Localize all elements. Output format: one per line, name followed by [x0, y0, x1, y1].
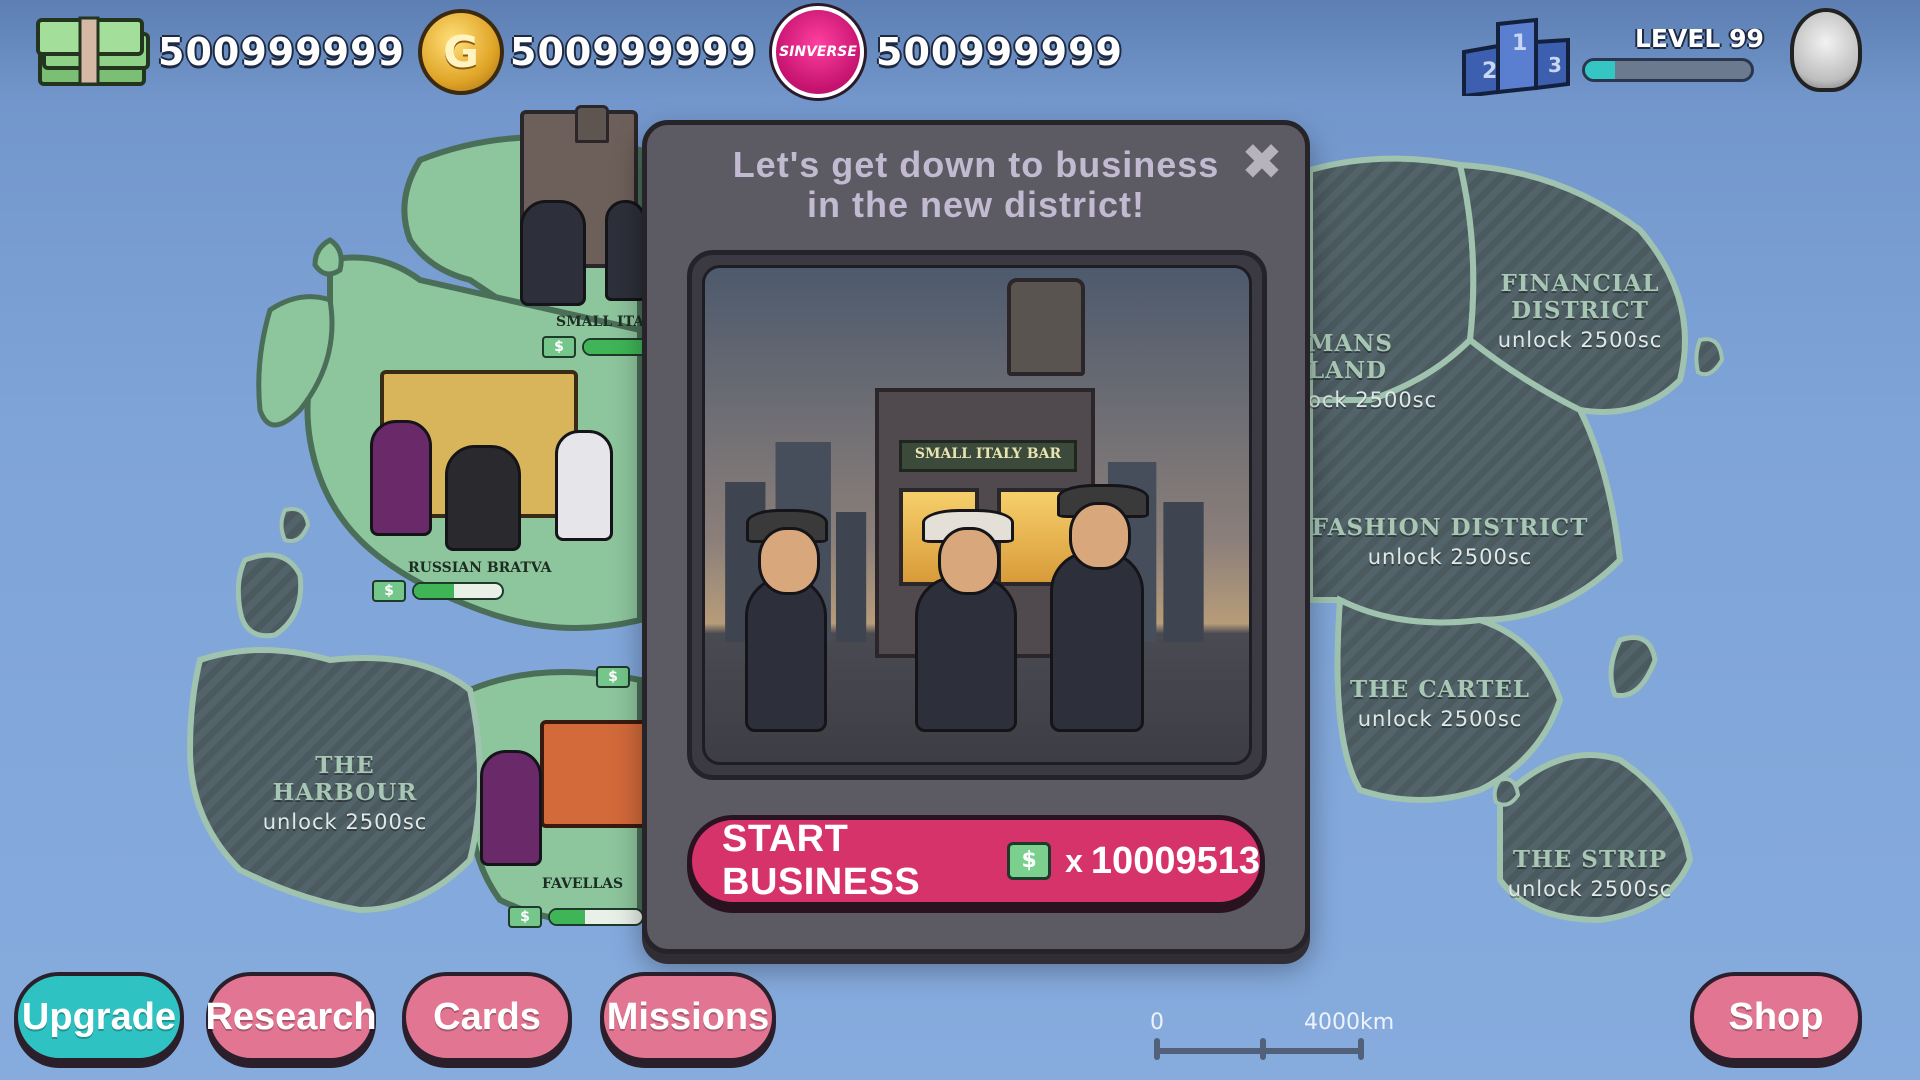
new-district-modal: Let's get down to business in the new di…	[642, 120, 1310, 954]
business-progress-russian-bratva: $	[372, 580, 504, 602]
district-name: FASHION DISTRICT	[1311, 514, 1589, 541]
district-label-financial: FINANCIAL DISTRICT unlock 2500sc	[1460, 270, 1700, 352]
cards-button[interactable]: Cards	[402, 972, 572, 1062]
building-favellas[interactable]	[540, 720, 648, 828]
scale-tick-start	[1154, 1038, 1160, 1060]
bar-sign: SMALL ITALY BAR	[899, 440, 1077, 472]
sin-amount: 500999999	[876, 30, 1123, 74]
district-label-harbour: THE HARBOUR unlock 2500sc	[240, 752, 450, 834]
character-bratva-1	[370, 420, 432, 536]
cost-multiplier: x	[1065, 842, 1083, 879]
cash-icon: $	[372, 580, 406, 602]
district-label-mans-land: MANS LAND ock 2500sc	[1308, 330, 1458, 412]
level-label: LEVEL 99	[1635, 24, 1764, 53]
scale-start-label: 0	[1150, 1010, 1164, 1035]
xp-progress-fill	[1585, 61, 1615, 79]
business-label-small-italy: SMALL ITAL	[556, 314, 654, 330]
player-avatar[interactable]	[1790, 8, 1862, 92]
island-southwest-2	[279, 507, 311, 543]
progress-bar	[548, 908, 644, 926]
cash-amount: 500999999	[158, 30, 405, 74]
progress-fill	[550, 910, 585, 924]
player-level[interactable]: 2 1 3 LEVEL 99	[1460, 8, 1862, 96]
district-unlock-cost: unlock 2500sc	[1367, 545, 1533, 569]
svg-text:2: 2	[1482, 59, 1497, 84]
gangster-head	[758, 527, 820, 595]
island-west	[312, 237, 344, 277]
island-east-2	[1694, 337, 1725, 377]
xp-progress-bar	[1582, 58, 1754, 82]
svg-text:3: 3	[1548, 53, 1562, 77]
missions-button[interactable]: Missions	[600, 972, 776, 1062]
island-east	[1608, 635, 1658, 699]
cash-icon: $	[596, 666, 630, 688]
gold-amount: 500999999	[510, 30, 757, 74]
district-label-cartel: THE CARTEL unlock 2500sc	[1340, 676, 1540, 731]
business-progress-hidden: $	[596, 666, 630, 688]
upgrade-button[interactable]: Upgrade	[14, 972, 184, 1062]
cash-icon: $	[542, 336, 576, 358]
district-label-fashion: FASHION DISTRICT unlock 2500sc	[1300, 514, 1600, 569]
character-favellas	[480, 750, 542, 866]
district-name: FINANCIAL DISTRICT	[1500, 270, 1660, 324]
character-small-italy-2	[605, 200, 646, 301]
close-icon[interactable]: ✖	[1239, 137, 1285, 187]
district-name: THE CARTEL	[1349, 676, 1531, 703]
district-unlock-cost: unlock 2500sc	[1497, 328, 1663, 352]
progress-fill	[414, 584, 454, 598]
gangster-left	[745, 509, 828, 732]
scale-tick-end	[1358, 1038, 1364, 1060]
district-unlock-cost: ock 2500sc	[1308, 388, 1438, 412]
start-business-label: START BUSINESS	[722, 818, 921, 903]
sinverse-coin-icon: SINVERSE	[772, 6, 864, 98]
district-name: MANS LAND	[1308, 330, 1393, 384]
business-label-favellas: FAVELLAS	[542, 876, 624, 892]
gangster-center	[915, 509, 1017, 732]
water-tower	[1007, 278, 1085, 376]
cash-icon: $	[1007, 842, 1052, 880]
gangster-right	[1050, 484, 1149, 732]
research-button[interactable]: Research	[205, 972, 377, 1062]
gold-counter[interactable]: G 500999999	[418, 8, 757, 96]
district-name: THE HARBOUR	[272, 752, 418, 806]
character-small-italy	[520, 200, 586, 306]
svg-text:1: 1	[1512, 31, 1527, 56]
map-scale-bar: 0 4000km	[1150, 1010, 1394, 1066]
district-unlock-cost: unlock 2500sc	[1507, 877, 1673, 901]
character-bratva-3	[555, 430, 613, 541]
character-bratva-2	[445, 445, 521, 551]
cash-counter[interactable]: 500999999	[34, 8, 405, 96]
progress-bar	[412, 582, 504, 600]
gold-coin-icon: G	[418, 9, 504, 95]
sin-counter[interactable]: SINVERSE 500999999	[772, 6, 1123, 98]
small-italy-bar-illustration: SMALL ITALY BAR	[702, 265, 1252, 765]
modal-title-line-1: Let's get down to business	[732, 144, 1220, 185]
start-business-button[interactable]: START BUSINESS $ x 10009513	[687, 815, 1265, 907]
island-east-3	[1492, 777, 1521, 807]
district-name: THE STRIP	[1512, 846, 1668, 873]
district-unlock-cost: unlock 2500sc	[1357, 707, 1523, 731]
district-art-frame: SMALL ITALY BAR	[687, 250, 1267, 780]
progress-fill	[584, 340, 644, 354]
shop-button[interactable]: Shop	[1690, 972, 1862, 1062]
modal-title: Let's get down to business in the new di…	[647, 145, 1305, 225]
island-southwest	[235, 552, 304, 639]
scale-end-label: 4000km	[1304, 1010, 1395, 1035]
business-label-russian-bratva: RUSSIAN BRATVA	[408, 560, 552, 576]
gangster-head	[1069, 502, 1131, 570]
start-business-cost: 10009513	[1090, 839, 1260, 882]
scale-tick-mid	[1260, 1038, 1266, 1060]
district-label-strip: THE STRIP unlock 2500sc	[1490, 846, 1690, 901]
business-progress-favellas: $	[508, 906, 644, 928]
district-unlock-cost: unlock 2500sc	[262, 810, 428, 834]
modal-title-line-2: in the new district!	[806, 184, 1146, 225]
gangster-head	[938, 527, 1000, 595]
scale-line	[1154, 1048, 1364, 1054]
building-small-italy-tower	[575, 105, 609, 143]
cash-stack-icon	[36, 16, 150, 86]
cash-icon: $	[508, 906, 542, 928]
leaderboard-podium-icon[interactable]: 2 1 3	[1460, 12, 1572, 96]
